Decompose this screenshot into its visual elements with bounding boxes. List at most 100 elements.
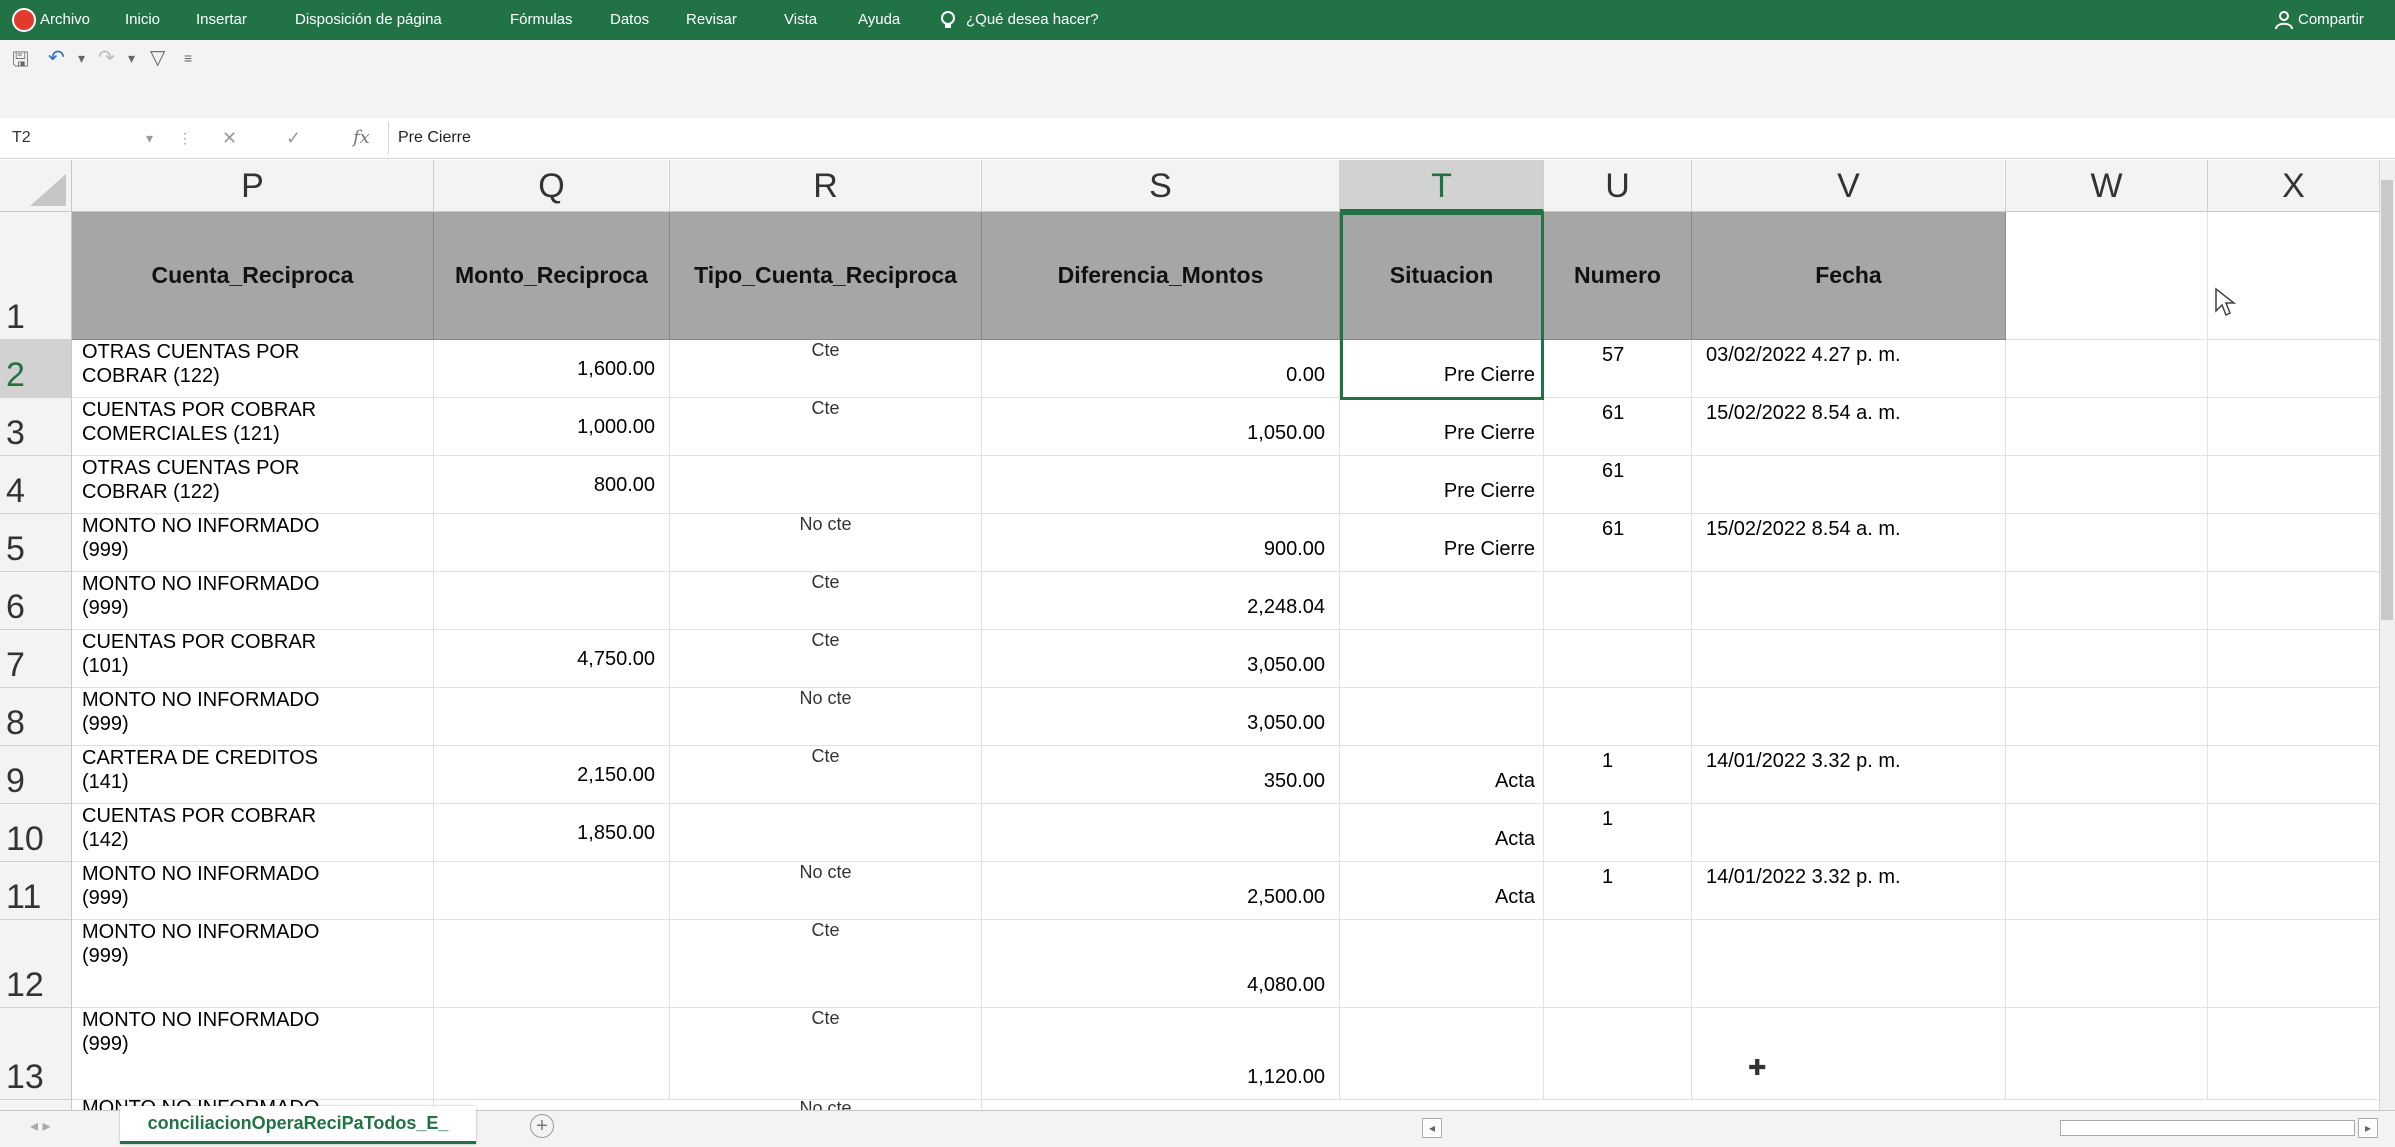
cell-s10[interactable]: [982, 804, 1340, 862]
cell-w2[interactable]: [2006, 340, 2208, 398]
cell-w9[interactable]: [2006, 746, 2208, 804]
column-header-w[interactable]: W: [2006, 160, 2208, 212]
row-header-1[interactable]: 1: [0, 212, 72, 340]
cell-t13[interactable]: [1340, 1008, 1544, 1100]
cell-w11[interactable]: [2006, 862, 2208, 920]
cell-v13[interactable]: [1692, 1008, 2006, 1100]
cell-s3[interactable]: 1,050.00: [982, 398, 1340, 456]
tell-me-search[interactable]: ¿Qué desea hacer?: [966, 0, 1099, 40]
insert-function-icon[interactable]: fx: [353, 118, 370, 158]
cell-r9[interactable]: Cte: [670, 746, 982, 804]
cell-q6[interactable]: [434, 572, 670, 630]
cell-x5[interactable]: [2208, 514, 2380, 572]
scroll-left-icon[interactable]: ◂: [1422, 1118, 1442, 1138]
tab-archivo[interactable]: Archivo: [40, 0, 90, 40]
cell-t6[interactable]: [1340, 572, 1544, 630]
cell-w1[interactable]: [2006, 212, 2208, 340]
row-header-9[interactable]: 9: [0, 746, 72, 804]
row-header-4[interactable]: 4: [0, 456, 72, 514]
cell-v8[interactable]: [1692, 688, 2006, 746]
add-sheet-icon[interactable]: +: [530, 1114, 554, 1138]
cell-p3[interactable]: CUENTAS POR COBRAR COMERCIALES (121): [72, 398, 434, 456]
cell-u8[interactable]: [1544, 688, 1692, 746]
cell-r4[interactable]: [670, 456, 982, 514]
cell-p6[interactable]: MONTO NO INFORMADO (999): [72, 572, 434, 630]
cell-r6[interactable]: Cte: [670, 572, 982, 630]
cell-t4[interactable]: Pre Cierre: [1340, 456, 1544, 514]
column-header-p[interactable]: P: [72, 160, 434, 212]
cell-u10[interactable]: 1: [1544, 804, 1692, 862]
cell-v10[interactable]: [1692, 804, 2006, 862]
cell-r7[interactable]: Cte: [670, 630, 982, 688]
cell-p13[interactable]: MONTO NO INFORMADO (999): [72, 1008, 434, 1100]
cell-x2[interactable]: [2208, 340, 2380, 398]
cell-s4[interactable]: [982, 456, 1340, 514]
row-header-7[interactable]: 7: [0, 630, 72, 688]
cell-u4[interactable]: 61: [1544, 456, 1692, 514]
cell-x10[interactable]: [2208, 804, 2380, 862]
row-header-5[interactable]: 5: [0, 514, 72, 572]
select-all-corner[interactable]: [0, 160, 72, 212]
cell-q8[interactable]: [434, 688, 670, 746]
cell-t3[interactable]: Pre Cierre: [1340, 398, 1544, 456]
customize-qat-icon[interactable]: ≡: [184, 50, 192, 66]
tab-formulas[interactable]: Fórmulas: [510, 0, 573, 40]
cell-p9[interactable]: CARTERA DE CREDITOS (141): [72, 746, 434, 804]
column-header-q[interactable]: Q: [434, 160, 670, 212]
column-header-u[interactable]: U: [1544, 160, 1692, 212]
cell-t8[interactable]: [1340, 688, 1544, 746]
formula-input[interactable]: Pre Cierre: [398, 118, 471, 158]
cell-w12[interactable]: [2006, 920, 2208, 1008]
cell-q7[interactable]: 4,750.00: [434, 630, 670, 688]
tab-datos[interactable]: Datos: [610, 0, 649, 40]
column-header-t[interactable]: T: [1340, 160, 1544, 212]
cell-t7[interactable]: [1340, 630, 1544, 688]
cell-v12[interactable]: [1692, 920, 2006, 1008]
cell-x11[interactable]: [2208, 862, 2380, 920]
tab-disposicion[interactable]: Disposición de página: [295, 0, 442, 40]
cell-p4[interactable]: OTRAS CUENTAS POR COBRAR (122): [72, 456, 434, 514]
row-header-13[interactable]: 13: [0, 1008, 72, 1100]
cell-u2[interactable]: 57: [1544, 340, 1692, 398]
cell-r12[interactable]: Cte: [670, 920, 982, 1008]
cell-s7[interactable]: 3,050.00: [982, 630, 1340, 688]
cell-w13[interactable]: [2006, 1008, 2208, 1100]
cell-w10[interactable]: [2006, 804, 2208, 862]
cell-s5[interactable]: 900.00: [982, 514, 1340, 572]
cell-p11[interactable]: MONTO NO INFORMADO (999): [72, 862, 434, 920]
cell-w6[interactable]: [2006, 572, 2208, 630]
header-cell-numero[interactable]: Numero: [1544, 212, 1692, 340]
tab-revisar[interactable]: Revisar: [686, 0, 737, 40]
cell-u7[interactable]: [1544, 630, 1692, 688]
tab-inicio[interactable]: Inicio: [125, 0, 160, 40]
column-header-x[interactable]: X: [2208, 160, 2380, 212]
cell-p8[interactable]: MONTO NO INFORMADO (999): [72, 688, 434, 746]
column-header-v[interactable]: V: [1692, 160, 2006, 212]
cell-s12[interactable]: 4,080.00: [982, 920, 1340, 1008]
cell-x9[interactable]: [2208, 746, 2380, 804]
header-cell-diferencia[interactable]: Diferencia_Montos: [982, 212, 1340, 340]
tab-insertar[interactable]: Insertar: [196, 0, 247, 40]
cell-p7[interactable]: CUENTAS POR COBRAR (101): [72, 630, 434, 688]
cell-r5[interactable]: No cte: [670, 514, 982, 572]
cell-u12[interactable]: [1544, 920, 1692, 1008]
vertical-scroll-thumb[interactable]: [2381, 180, 2393, 620]
cell-p10[interactable]: CUENTAS POR COBRAR (142): [72, 804, 434, 862]
cell-w5[interactable]: [2006, 514, 2208, 572]
cell-v11[interactable]: 14/01/2022 3.32 p. m.: [1692, 862, 2006, 920]
share-button[interactable]: Compartir: [2298, 0, 2364, 40]
cell-q4[interactable]: 800.00: [434, 456, 670, 514]
cell-p12[interactable]: MONTO NO INFORMADO (999): [72, 920, 434, 1008]
filter-icon[interactable]: ▽: [150, 45, 165, 70]
cell-w8[interactable]: [2006, 688, 2208, 746]
cell-t9[interactable]: Acta: [1340, 746, 1544, 804]
cell-r2[interactable]: Cte: [670, 340, 982, 398]
cell-v4[interactable]: [1692, 456, 2006, 514]
cell-v6[interactable]: [1692, 572, 2006, 630]
row-header-2[interactable]: 2: [0, 340, 72, 398]
row-header-6[interactable]: 6: [0, 572, 72, 630]
cell-u13[interactable]: [1544, 1008, 1692, 1100]
sheet-tab-active[interactable]: conciliacionOperaReciPaTodos_E_: [120, 1106, 476, 1144]
row-header-3[interactable]: 3: [0, 398, 72, 456]
cell-p2[interactable]: OTRAS CUENTAS POR COBRAR (122): [72, 340, 434, 398]
